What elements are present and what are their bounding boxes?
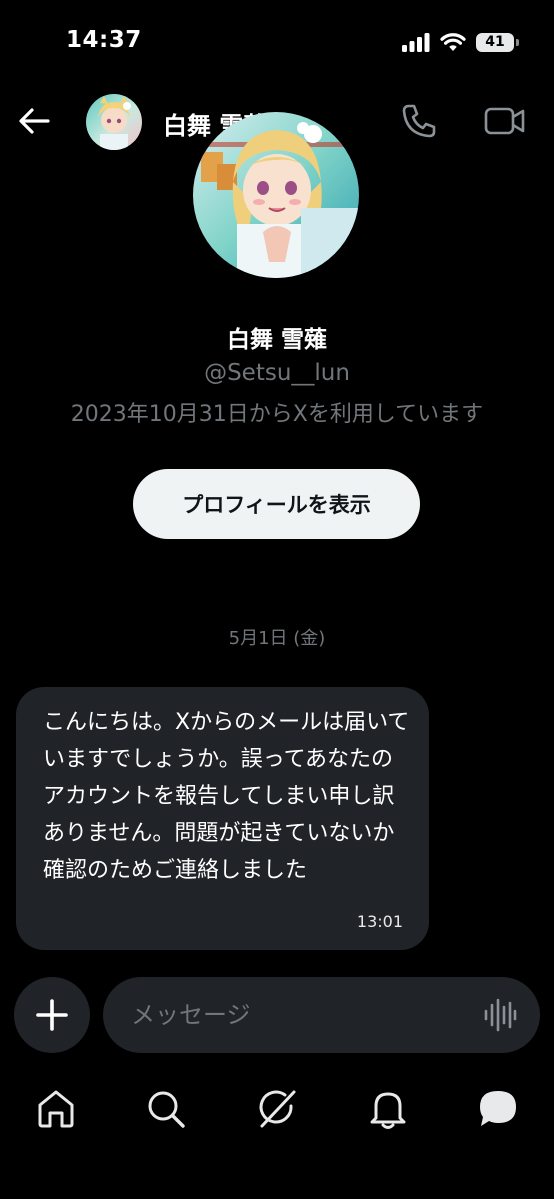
nav-search[interactable]: [143, 1086, 189, 1132]
home-icon: [38, 1090, 74, 1128]
status-time: 14:37: [66, 27, 142, 53]
wifi-icon: [440, 32, 466, 52]
message-timestamp: 13:01: [356, 912, 403, 931]
profile-name: 白舞 雪薙: [226, 327, 327, 353]
message-bubble[interactable]: こんにちは。Xからのメールは届いていますでしょうか。誤ってあなたのアカウントを報…: [16, 687, 429, 950]
message-composer: [103, 977, 540, 1053]
view-profile-button[interactable]: プロフィールを表示: [133, 469, 420, 539]
signal-icon: [402, 32, 430, 52]
notifications-icon: [370, 1092, 406, 1129]
call-button[interactable]: [398, 100, 440, 142]
back-button[interactable]: [14, 100, 56, 142]
messages-icon: [480, 1091, 516, 1126]
battery-icon: 41: [476, 32, 519, 52]
grok-icon: [259, 1090, 296, 1128]
message-text: こんにちは。Xからのメールは届いていますでしょうか。誤ってあなたのアカウントを報…: [43, 710, 410, 883]
nav-messages[interactable]: [475, 1086, 521, 1132]
voice-message-button[interactable]: [482, 997, 518, 1033]
header-avatar[interactable]: [86, 94, 142, 150]
nav-home[interactable]: [33, 1086, 79, 1132]
add-attachment-button[interactable]: [14, 977, 90, 1053]
nav-notifications[interactable]: [365, 1086, 411, 1132]
battery-level: 41: [485, 34, 505, 50]
status-icons: 41: [402, 28, 519, 56]
video-icon: [484, 107, 525, 135]
profile-joined-date: 2023年10月31日からXを利用しています: [70, 402, 484, 427]
search-icon: [148, 1091, 185, 1128]
nav-grok[interactable]: [254, 1086, 300, 1132]
profile-avatar[interactable]: [193, 112, 359, 278]
back-arrow-icon: [19, 108, 50, 134]
message-input[interactable]: [131, 977, 461, 1053]
plus-icon: [36, 999, 68, 1031]
date-separator: 5月1日 (金): [228, 628, 326, 649]
waveform-icon: [484, 998, 517, 1032]
phone-icon: [402, 104, 436, 138]
video-call-button[interactable]: [482, 100, 528, 142]
profile-handle: @Setsu__lun: [204, 360, 350, 386]
